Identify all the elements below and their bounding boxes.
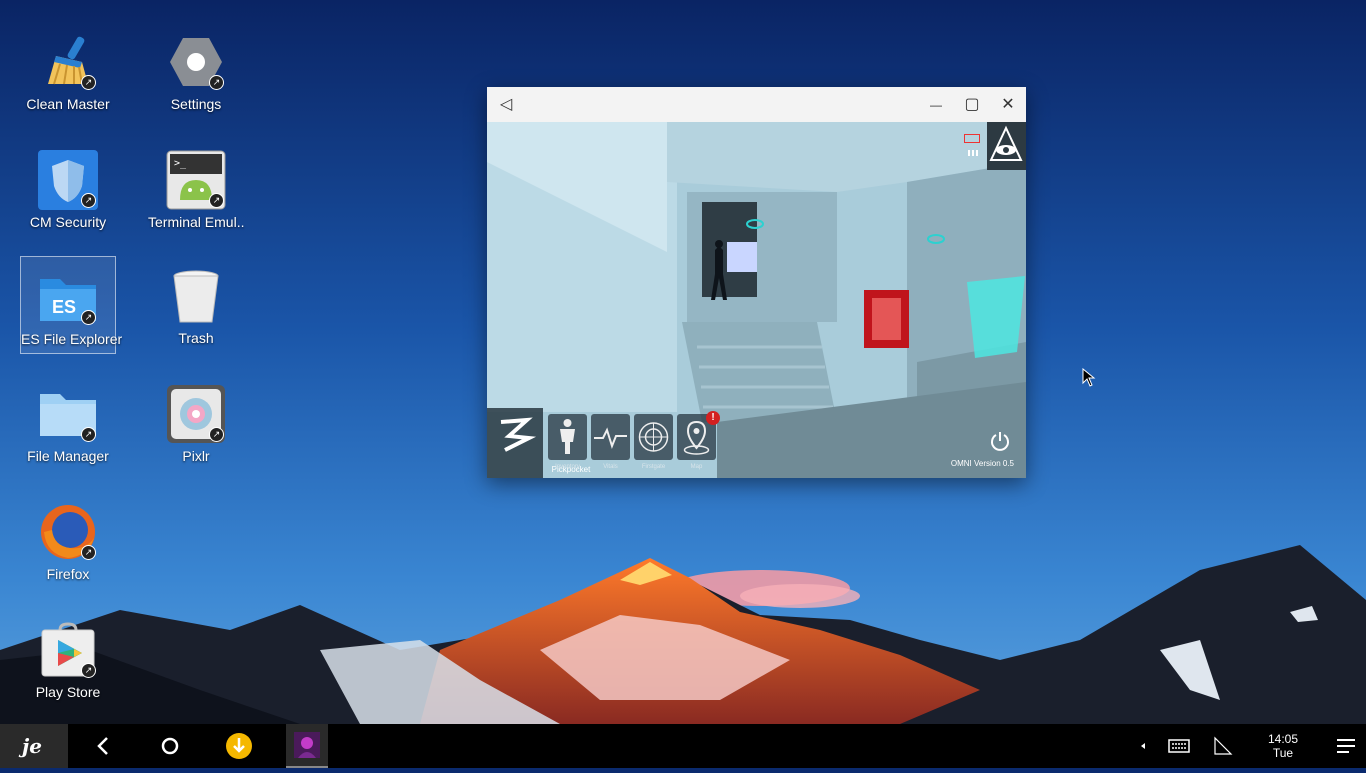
back-button[interactable]: [88, 724, 118, 768]
desktop-icon-label: File Manager: [27, 448, 109, 464]
gear-icon: ↗: [166, 32, 226, 92]
battery-icon: [964, 134, 980, 143]
start-button[interactable]: je: [0, 724, 68, 768]
body-icon: [560, 419, 575, 454]
map-alert-badge: !: [706, 411, 720, 425]
app-window[interactable]: ◁ — ▢ ✕ Pickpocket Inventory Vitals Firs…: [487, 87, 1026, 478]
signal-strength-icon: [1214, 736, 1233, 755]
desktop-icon-cm-security[interactable]: ↗ CM Security: [20, 140, 116, 238]
menu-lines-icon: [1337, 739, 1355, 753]
eye-pyramid-icon[interactable]: [987, 122, 1026, 170]
desktop-icon-play-store[interactable]: ↗ Play Store: [20, 610, 116, 708]
desktop-icon-terminal[interactable]: >_ ↗ Terminal Emul..: [148, 140, 244, 238]
signal-icon: [968, 150, 978, 156]
pickpocket-button[interactable]: Pickpocket: [487, 408, 590, 478]
desktop-icon-label: CM Security: [29, 214, 107, 230]
maximize-button[interactable]: ▢: [961, 94, 983, 116]
download-icon: [226, 733, 252, 759]
desktop-icon-label: Trash: [178, 330, 214, 346]
game-app-icon: [294, 732, 320, 758]
hud-label: Vitals: [603, 464, 618, 470]
desktop-icon-pixlr[interactable]: ↗ Pixlr: [148, 374, 244, 472]
keyboard-button[interactable]: [1166, 724, 1192, 768]
desktop-icon-firefox[interactable]: ↗ Firefox: [20, 492, 116, 590]
folder-es-icon: ES ↗: [38, 267, 98, 327]
desktop-icon-label: ES File Explorer: [21, 331, 123, 347]
desktop-icon-label: Pixlr: [182, 448, 210, 464]
desktop-icon-es-file-explorer[interactable]: ES ↗ ES File Explorer: [20, 256, 123, 354]
window-titlebar[interactable]: ◁ — ▢ ✕: [487, 87, 1026, 123]
start-logo: je: [22, 734, 42, 758]
close-button[interactable]: ✕: [997, 94, 1019, 116]
home-button[interactable]: [155, 724, 185, 768]
chevron-left-icon: [97, 737, 108, 755]
tray-expand-button[interactable]: [1134, 724, 1152, 768]
hud-label: Inventory: [555, 464, 580, 470]
circle-home-icon: [161, 737, 179, 755]
desktop-icon-trash[interactable]: Trash: [148, 256, 244, 354]
running-game-app[interactable]: [286, 724, 328, 768]
clock-time: 14:05: [1267, 732, 1299, 746]
hud-label: Map: [690, 464, 703, 470]
camera-lens-icon: ↗: [166, 384, 226, 444]
version-text: OMNI Version 0.5: [950, 459, 1014, 468]
game-viewport[interactable]: Pickpocket Inventory Vitals Firstgate ! …: [487, 122, 1026, 478]
triangle-left-icon: [1141, 743, 1145, 749]
hud-label: Firstgate: [641, 464, 666, 470]
desktop-icon-clean-master[interactable]: ↗ Clean Master: [20, 22, 116, 120]
desktop-icon-label: Clean Master: [26, 96, 110, 112]
firefox-icon: ↗: [38, 502, 98, 562]
notifications-button[interactable]: [1332, 724, 1360, 768]
hud-inventory-button[interactable]: [548, 414, 587, 460]
hud-firstgate-button[interactable]: [634, 414, 673, 460]
clock[interactable]: 14:05 Tue: [1258, 732, 1308, 760]
download-app-button[interactable]: [222, 724, 256, 768]
broom-icon: ↗: [38, 32, 98, 92]
desktop-icon-file-manager[interactable]: ↗ File Manager: [20, 374, 116, 472]
trash-icon: [166, 266, 226, 326]
signal-tray-button[interactable]: [1210, 724, 1236, 768]
svg-text:>_: >_: [174, 158, 187, 169]
android-terminal-icon: >_ ↗: [166, 150, 226, 210]
back-icon[interactable]: ◁: [495, 94, 517, 116]
desktop-icon-settings[interactable]: ↗ Settings: [148, 22, 244, 120]
heartbeat-icon: [594, 427, 627, 449]
mouse-cursor-icon: [1082, 368, 1096, 387]
keyboard-icon: [1168, 739, 1190, 753]
clock-day: Tue: [1272, 746, 1294, 760]
svg-text:ES: ES: [52, 297, 76, 317]
play-store-icon: ↗: [38, 620, 98, 680]
radar-icon: [638, 422, 669, 452]
taskbar: je 14:05 Tue: [0, 724, 1366, 768]
folder-icon: ↗: [38, 384, 98, 444]
desktop-icon-label: Play Store: [35, 684, 101, 700]
hud-vitals-button[interactable]: [591, 414, 630, 460]
power-icon[interactable]: [989, 430, 1011, 452]
desktop-icon-label: Firefox: [46, 566, 90, 582]
desktop-icon-label: Terminal Emul..: [148, 214, 245, 230]
shield-icon: ↗: [38, 150, 98, 210]
pickpocket-icon: [500, 417, 537, 452]
minimize-button[interactable]: —: [925, 94, 947, 116]
desktop-icon-label: Settings: [170, 96, 222, 112]
